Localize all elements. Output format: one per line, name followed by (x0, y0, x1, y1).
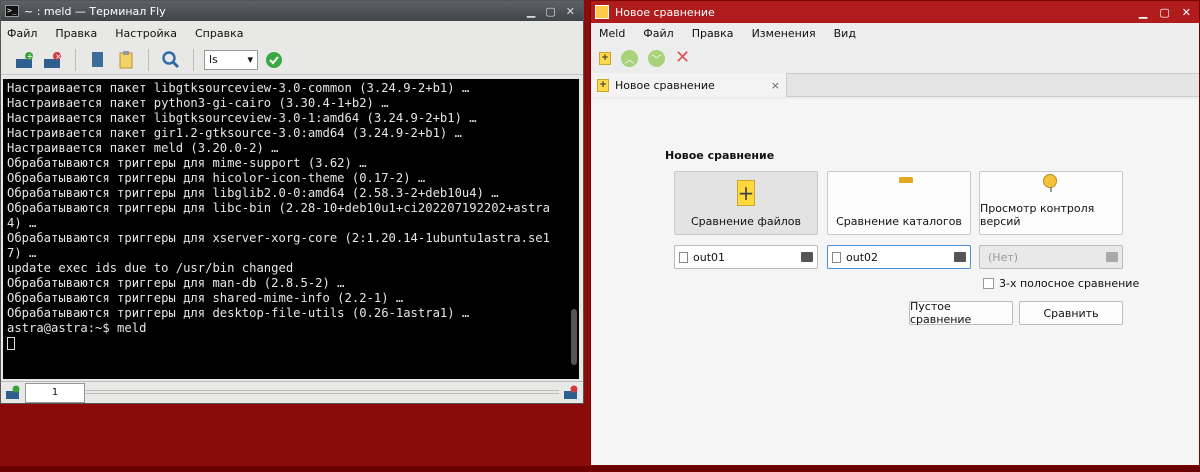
terminal-tab[interactable]: 1 (25, 383, 85, 403)
menu-meld[interactable]: Meld (599, 27, 625, 40)
tab-close-icon[interactable]: × (771, 79, 780, 92)
terminal-line: update exec ids due to /usr/bin changed (7, 261, 294, 275)
file-plus-icon: + (597, 78, 609, 92)
empty-compare-button[interactable]: Пустое сравнение (909, 300, 1013, 326)
file-plus-icon: + (736, 180, 756, 206)
terminal-line: Обрабатываются триггеры для mime-support… (7, 156, 367, 170)
terminal-output[interactable]: Настраивается пакет libgtksourceview-3.0… (3, 79, 579, 379)
previous-change-icon[interactable]: ︿ (621, 49, 638, 67)
desktop-panel-edge (0, 466, 1200, 472)
minimize-icon[interactable]: ▁ (527, 5, 535, 18)
file2-value: out02 (846, 250, 879, 264)
file3-chooser: (Нет) (979, 245, 1123, 269)
terminal-toolbar: + × ls ▾ (1, 45, 583, 75)
paste-icon[interactable] (114, 48, 138, 72)
tab-new-comparison[interactable]: + Новое сравнение × (591, 73, 787, 97)
terminal-line: Обрабатываются триггеры для libglib2.0-0… (7, 186, 499, 200)
meld-toolbar: + ︿ ﹀ ✕ (591, 43, 1199, 73)
close-icon[interactable]: ✕ (566, 5, 575, 18)
meld-title: Новое сравнение (615, 5, 715, 19)
terminal-line: Обрабатываются триггеры для hicolor-icon… (7, 171, 426, 185)
close-session-icon[interactable]: × (41, 48, 65, 72)
next-change-icon[interactable]: ﹀ (648, 49, 665, 67)
new-session-icon[interactable]: + (13, 48, 37, 72)
terminal-line: astra@astra:~$ meld (7, 321, 147, 335)
version-control-icon (1050, 177, 1052, 192)
tab-label: Новое сравнение (615, 78, 715, 92)
menu-settings[interactable]: Настройка (115, 27, 177, 40)
new-comparison-icon[interactable]: + (599, 51, 611, 65)
terminal-line: Настраивается пакет libgtksourceview-3.0… (7, 111, 477, 125)
terminal-line: 4) … (7, 216, 37, 230)
file1-value: out01 (693, 250, 726, 264)
search-icon[interactable] (159, 48, 183, 72)
chevron-down-icon: ▾ (247, 53, 253, 66)
terminal-line: Обрабатываются триггеры для desktop-file… (7, 306, 470, 320)
menu-edit[interactable]: Правка (55, 27, 97, 40)
copy-icon[interactable] (86, 48, 110, 72)
document-icon (679, 251, 688, 263)
menu-view[interactable]: Вид (834, 27, 856, 40)
meld-titlebar[interactable]: Новое сравнение ▁ ▢ ✕ (591, 1, 1199, 23)
three-way-toggle[interactable]: 3-х полосное сравнение (983, 277, 1139, 290)
version-control-button[interactable]: Просмотр контроля версий (979, 171, 1123, 235)
terminal-tabbar: 1 (1, 381, 583, 403)
menu-file[interactable]: Файл (7, 27, 37, 40)
menu-file[interactable]: Файл (643, 27, 673, 40)
svg-text:×: × (55, 52, 62, 61)
close-icon[interactable]: ✕ (1182, 6, 1191, 19)
terminal-window: >_ ~ : meld — Терминал Fly ▁ ▢ ✕ Файл Пр… (0, 0, 584, 404)
terminal-scrollbar[interactable] (571, 81, 577, 377)
new-comparison-panel: Новое сравнение + Сравнение файлов Сравн… (591, 99, 1199, 465)
terminal-line: Обрабатываются триггеры для xserver-xorg… (7, 231, 550, 245)
menu-changes[interactable]: Изменения (752, 27, 816, 40)
terminal-title: ~ : meld — Терминал Fly (24, 4, 166, 18)
compare-button[interactable]: Сравнить (1019, 301, 1123, 325)
meld-window: Новое сравнение ▁ ▢ ✕ Meld Файл Правка И… (590, 0, 1200, 466)
terminal-line: Настраивается пакет libgtksourceview-3.0… (7, 81, 470, 95)
file-compare-button[interactable]: + Сравнение файлов (674, 171, 818, 235)
meld-app-icon (595, 5, 609, 19)
terminal-line: Обрабатываются триггеры для shared-mime-… (7, 291, 404, 305)
maximize-icon[interactable]: ▢ (545, 5, 555, 18)
maximize-icon[interactable]: ▢ (1159, 6, 1169, 19)
command-select[interactable]: ls ▾ (204, 49, 258, 70)
open-folder-icon[interactable] (954, 252, 966, 262)
terminal-cursor (7, 337, 15, 350)
document-icon (832, 251, 841, 263)
directory-compare-button[interactable]: Сравнение каталогов (827, 171, 971, 235)
terminal-line: Настраивается пакет meld (3.20.0-2) … (7, 141, 279, 155)
three-way-checkbox[interactable] (983, 278, 994, 289)
minimize-icon[interactable]: ▁ (1139, 6, 1147, 19)
menu-edit[interactable]: Правка (692, 27, 734, 40)
open-folder-icon (1106, 252, 1118, 262)
terminal-line: Настраивается пакет gir1.2-gtksource-3.0… (7, 126, 462, 140)
terminal-line: Обрабатываются триггеры для libc-bin (2.… (7, 201, 550, 215)
file1-chooser[interactable]: out01 (674, 245, 818, 269)
svg-text:+: + (27, 52, 34, 61)
terminal-line: 7) … (7, 246, 37, 260)
file2-chooser[interactable]: out02 (827, 245, 971, 269)
file3-placeholder: (Нет) (988, 250, 1019, 264)
terminal-icon: >_ (5, 5, 19, 17)
meld-tabbar: + Новое сравнение × (591, 73, 1199, 97)
three-way-label: 3-х полосное сравнение (999, 277, 1140, 290)
panel-heading: Новое сравнение (665, 149, 775, 162)
terminal-menubar: Файл Правка Настройка Справка (1, 21, 583, 45)
meld-menubar: Meld Файл Правка Изменения Вид (591, 23, 1199, 43)
terminal-line: Настраивается пакет python3-gi-cairo (3.… (7, 96, 389, 110)
terminal-line: Обрабатываются триггеры для man-db (2.8.… (7, 276, 345, 290)
new-tab-icon[interactable] (5, 384, 21, 403)
terminal-titlebar[interactable]: >_ ~ : meld — Терминал Fly ▁ ▢ ✕ (1, 1, 583, 21)
run-ok-icon[interactable] (262, 48, 286, 72)
menu-help[interactable]: Справка (195, 27, 243, 40)
close-tab-icon[interactable] (563, 384, 579, 403)
open-folder-icon[interactable] (801, 252, 813, 262)
stop-icon[interactable]: ✕ (675, 49, 690, 67)
